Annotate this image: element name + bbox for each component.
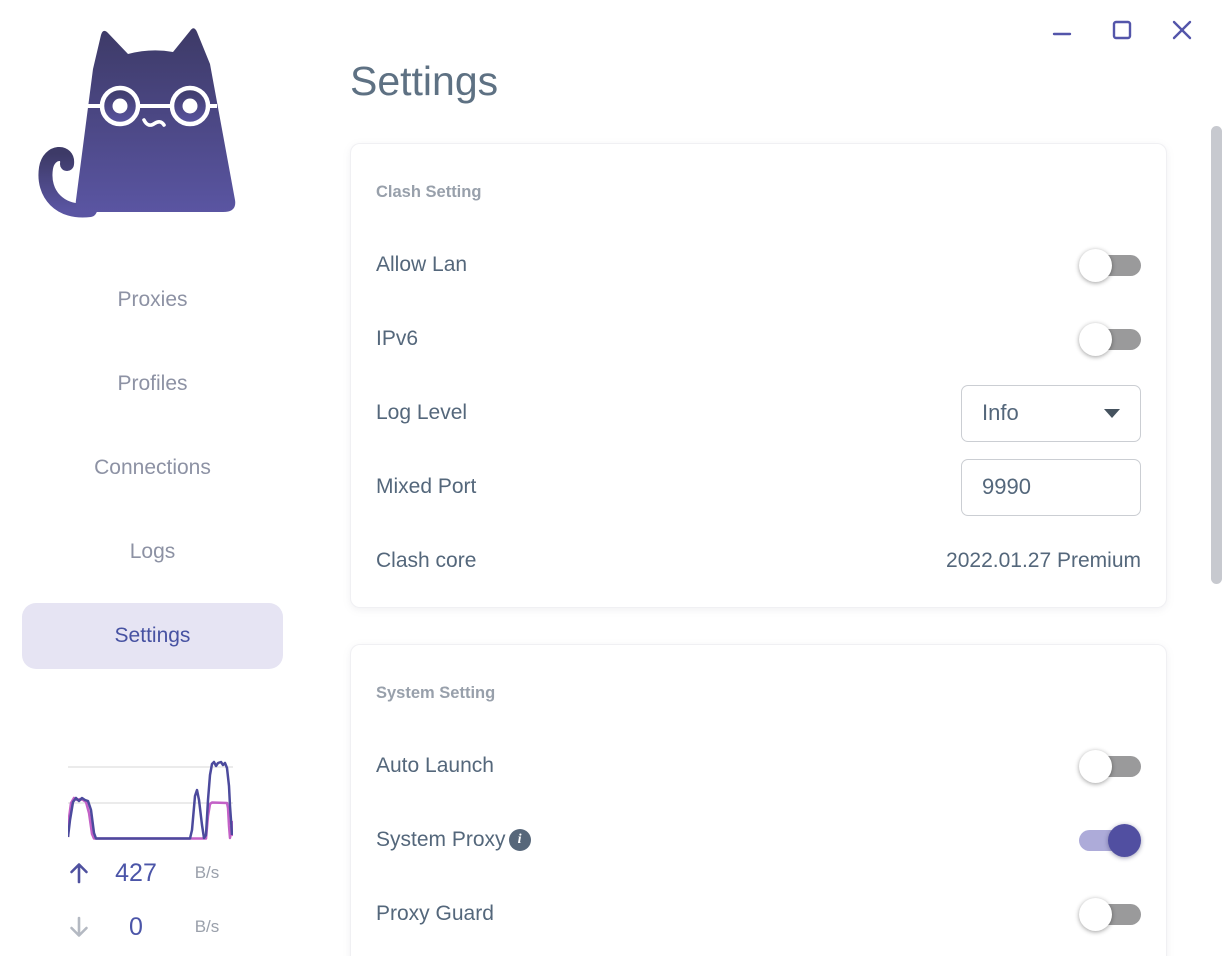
setting-row-ipv6: IPv6	[376, 302, 1141, 376]
clash-cat-logo-icon	[38, 28, 236, 218]
section-title-clash-setting: Clash Setting	[376, 183, 482, 201]
info-icon[interactable]: i	[508, 829, 531, 851]
log-level-label: Log Level	[376, 401, 468, 424]
close-button[interactable]	[1166, 14, 1198, 46]
system-proxy-toggle[interactable]	[1079, 823, 1141, 857]
clash-core-version: 2022.01.27 Premium	[946, 549, 1141, 572]
setting-row-log-level: Log Level Info	[376, 376, 1141, 450]
toggle-thumb	[1079, 248, 1112, 282]
sidebar-item-profiles[interactable]: Profiles	[22, 351, 283, 417]
upload-speed-unit: B/s	[194, 863, 220, 882]
proxy-guard-toggle[interactable]	[1079, 897, 1141, 931]
minimize-icon	[1052, 32, 1072, 36]
setting-row-allow-lan: Allow Lan	[376, 228, 1141, 302]
setting-row-clash-core: Clash core 2022.01.27 Premium	[376, 524, 1141, 598]
scrollbar-thumb[interactable]	[1211, 126, 1222, 584]
sidebar-nav: Proxies Profiles Connections Logs Settin…	[0, 267, 305, 687]
mixed-port-field-frame	[961, 458, 1141, 516]
sidebar-item-connections[interactable]: Connections	[22, 435, 283, 501]
clash-core-label: Clash core	[376, 549, 477, 572]
ipv6-toggle[interactable]	[1079, 322, 1141, 356]
upload-line	[68, 760, 233, 840]
log-level-selected-value: Info	[982, 400, 1019, 425]
auto-launch-toggle[interactable]	[1079, 749, 1141, 783]
upload-arrow-icon	[62, 856, 96, 890]
traffic-graph	[68, 760, 233, 840]
sidebar: Proxies Profiles Connections Logs Settin…	[0, 0, 305, 956]
proxy-guard-label: Proxy Guard	[376, 902, 494, 925]
page-title: Settings	[350, 58, 499, 104]
log-level-select[interactable]: Info	[961, 384, 1141, 442]
download-speed-unit: B/s	[194, 917, 220, 936]
download-arrow-icon	[62, 910, 96, 944]
mixed-port-label: Mixed Port	[376, 475, 477, 498]
window-controls	[1046, 14, 1198, 46]
setting-row-proxy-guard: Proxy Guard	[376, 877, 1141, 951]
setting-row-auto-launch: Auto Launch	[376, 729, 1141, 803]
upload-speed-row: 427 B/s	[62, 856, 247, 890]
mixed-port-input[interactable]	[982, 474, 1120, 500]
setting-row-system-proxy: System Proxy i	[376, 803, 1141, 877]
maximize-icon	[1112, 20, 1132, 40]
clash-setting-card: Clash Setting Allow Lan IPv6 Log Level I…	[350, 143, 1167, 608]
sidebar-item-settings[interactable]: Settings	[22, 603, 283, 669]
auto-launch-label: Auto Launch	[376, 754, 494, 777]
toggle-thumb	[1108, 823, 1141, 857]
clash-for-windows-window: Proxies Profiles Connections Logs Settin…	[0, 0, 1222, 956]
allow-lan-label: Allow Lan	[376, 253, 468, 276]
sidebar-item-proxies[interactable]: Proxies	[22, 267, 283, 333]
maximize-button[interactable]	[1106, 14, 1138, 46]
sidebar-item-logs[interactable]: Logs	[22, 519, 283, 585]
download-speed-value: 0	[129, 912, 143, 941]
close-icon	[1172, 20, 1192, 40]
ipv6-label: IPv6	[376, 327, 419, 350]
system-setting-card: System Setting Auto Launch System Proxy …	[350, 644, 1167, 956]
section-title-system-setting: System Setting	[376, 684, 496, 702]
toggle-thumb	[1079, 897, 1112, 931]
system-proxy-label: System Proxy	[376, 828, 506, 851]
chevron-down-icon	[1104, 408, 1120, 418]
toggle-thumb	[1079, 749, 1112, 783]
allow-lan-toggle[interactable]	[1079, 248, 1141, 282]
download-speed-row: 0 B/s	[62, 910, 247, 944]
setting-row-mixed-port: Mixed Port	[376, 450, 1141, 524]
upload-speed-value: 427	[115, 858, 157, 887]
minimize-button[interactable]	[1046, 14, 1078, 46]
toggle-thumb	[1079, 322, 1112, 356]
